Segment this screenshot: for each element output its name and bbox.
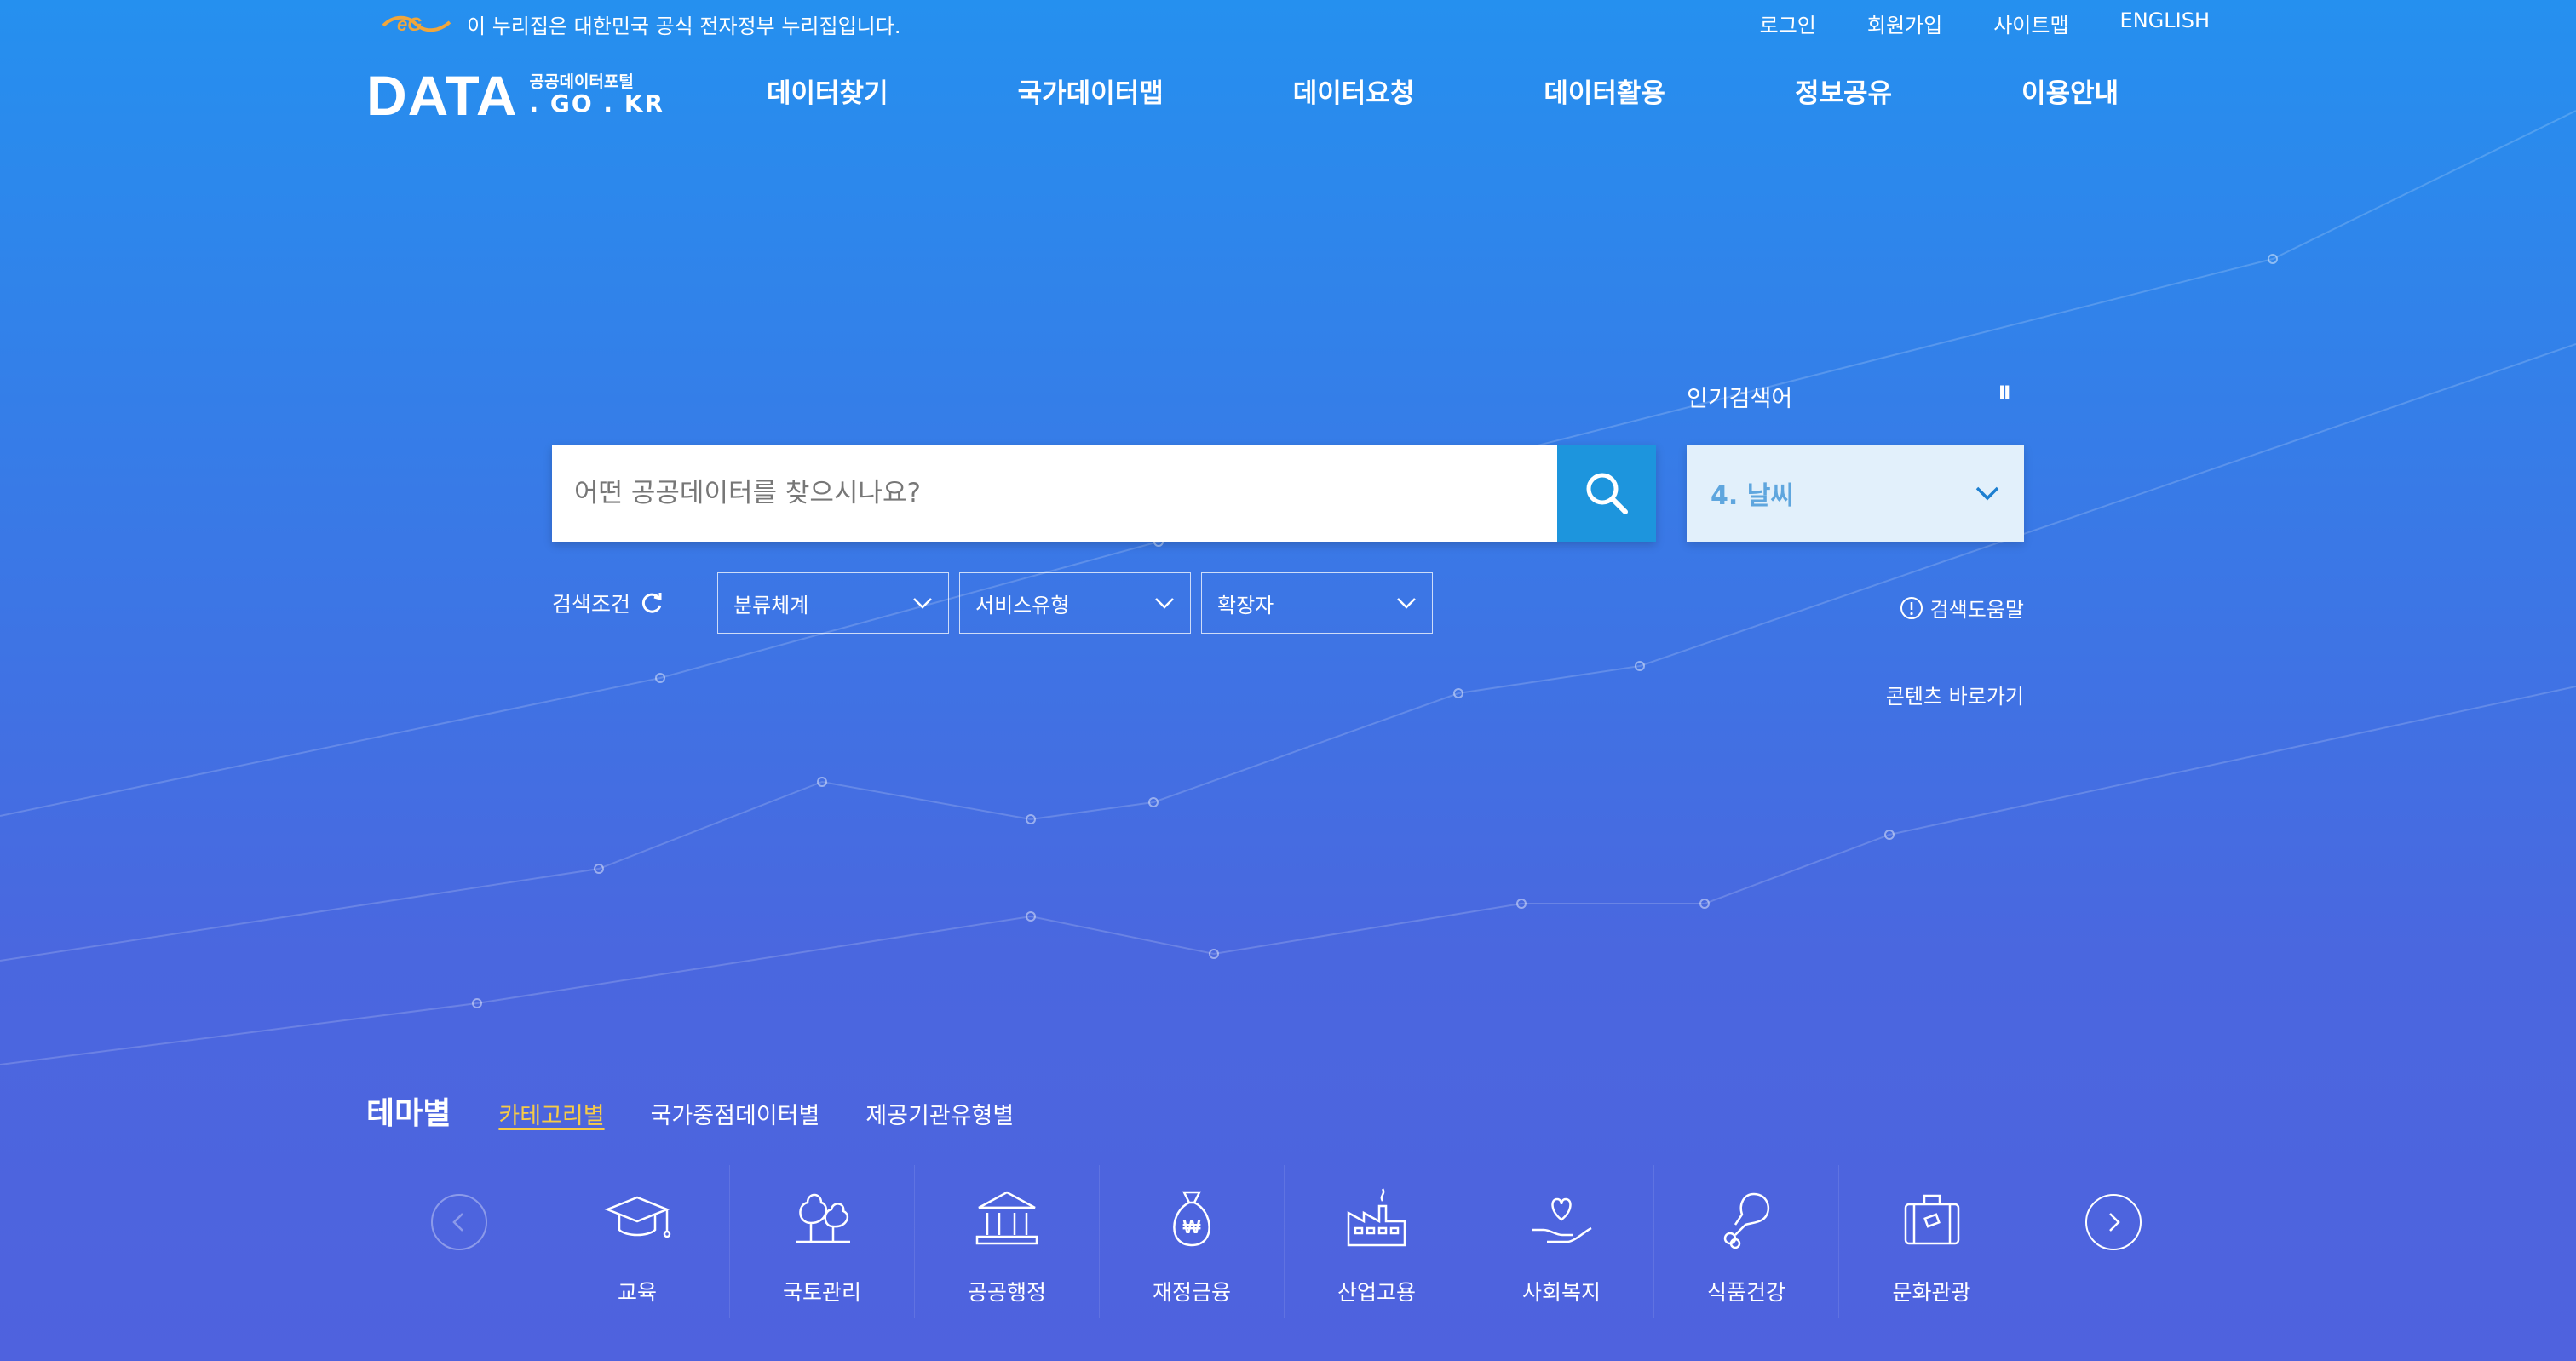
english-link[interactable]: ENGLISH bbox=[2120, 9, 2210, 38]
category-item-industry[interactable]: 산업고용 bbox=[1285, 1165, 1469, 1318]
svg-text:eG: eG bbox=[397, 14, 422, 35]
login-link[interactable]: 로그인 bbox=[1760, 9, 1816, 38]
gov-banner: eG 이 누리집은 대한민국 공식 전자정부 누리집입니다. bbox=[382, 7, 900, 41]
tree-icon bbox=[796, 1193, 850, 1243]
search-conditions: 검색조건 분류체계 서비스유형 확장자 bbox=[552, 572, 1434, 634]
category-carousel: 교육 국토관리 공공행정 ₩ 재정금융 산업고용 사회복지 식품건강 문화관광 bbox=[366, 1165, 2210, 1318]
extension-select[interactable]: 확장자 bbox=[1201, 572, 1434, 634]
nav-user-guide[interactable]: 이용안내 bbox=[2021, 72, 2119, 110]
extension-select-value: 확장자 bbox=[1217, 593, 1274, 617]
category-item-education[interactable]: 교육 bbox=[545, 1165, 730, 1318]
logo-sub-korean: 공공데이터포털 bbox=[529, 72, 634, 92]
content-shortcut-link[interactable]: 콘텐츠 바로가기 bbox=[1886, 680, 2024, 709]
search-help-link[interactable]: 검색도움말 bbox=[1900, 593, 2024, 623]
carousel-next-button[interactable] bbox=[2085, 1194, 2142, 1250]
category-item-welfare[interactable]: 사회복지 bbox=[1469, 1165, 1654, 1318]
search-icon bbox=[1586, 473, 1628, 514]
chevron-down-icon bbox=[1155, 598, 1174, 609]
tab-national-key-data[interactable]: 국가중점데이터별 bbox=[651, 1097, 820, 1130]
tab-category[interactable]: 카테고리별 bbox=[498, 1097, 604, 1130]
category-label: 문화관광 bbox=[1892, 1280, 1971, 1305]
nav-data-usage[interactable]: 데이터활용 bbox=[1544, 72, 1665, 110]
tab-provider-type[interactable]: 제공기관유형별 bbox=[865, 1097, 1014, 1130]
category-item-land[interactable]: 국토관리 bbox=[730, 1165, 915, 1318]
category-label: 공공행정 bbox=[967, 1280, 1046, 1305]
heart-hand-icon bbox=[1532, 1197, 1592, 1243]
factory-icon bbox=[1347, 1188, 1406, 1247]
bg-line-2 bbox=[0, 343, 2576, 962]
site-logo[interactable]: DATA 공공데이터포털 . GO . KR bbox=[366, 63, 664, 128]
chevron-down-icon bbox=[1975, 486, 1999, 501]
category-label: 재정금융 bbox=[1152, 1280, 1231, 1305]
category-item-culture-tourism[interactable]: 문화관광 bbox=[1839, 1165, 2024, 1318]
search-help-label: 검색도움말 bbox=[1929, 598, 2024, 622]
chevron-down-icon bbox=[1397, 598, 1416, 609]
pause-button[interactable]: II bbox=[1998, 383, 2010, 405]
logo-sub-domain: . GO . KR bbox=[529, 89, 665, 118]
popular-keywords-dropdown[interactable]: 4. 날씨 bbox=[1687, 445, 2024, 542]
chevron-right-icon bbox=[2109, 1213, 2120, 1232]
category-label: 사회복지 bbox=[1521, 1280, 1601, 1305]
nav-data-request[interactable]: 데이터요청 bbox=[1293, 72, 1415, 110]
category-list: 교육 국토관리 공공행정 ₩ 재정금융 산업고용 사회복지 식품건강 문화관광 bbox=[545, 1165, 2024, 1318]
search-conditions-text: 검색조건 bbox=[552, 592, 631, 617]
logo-main-text: DATA bbox=[366, 64, 518, 127]
gov-banner-text: 이 누리집은 대한민국 공식 전자정부 누리집입니다. bbox=[467, 14, 901, 38]
chevron-left-icon bbox=[452, 1213, 463, 1232]
popular-keyword-current: 4. 날씨 bbox=[1711, 481, 1794, 511]
signup-link[interactable]: 회원가입 bbox=[1867, 9, 1942, 38]
bg-line-3 bbox=[0, 686, 2576, 1065]
svg-text:₩: ₩ bbox=[1183, 1216, 1201, 1238]
carousel-prev-button[interactable] bbox=[431, 1194, 487, 1250]
category-item-public-admin[interactable]: 공공행정 bbox=[915, 1165, 1100, 1318]
category-label: 국토관리 bbox=[782, 1280, 861, 1305]
logo-sub: 공공데이터포털 . GO . KR bbox=[530, 73, 665, 118]
sitemap-link[interactable]: 사이트맵 bbox=[1993, 9, 2068, 38]
main-nav: 데이터찾기 국가데이터맵 데이터요청 데이터활용 정보공유 이용안내 bbox=[767, 72, 2119, 110]
graduation-cap-icon bbox=[604, 1196, 671, 1238]
category-item-finance[interactable]: ₩ 재정금융 bbox=[1100, 1165, 1285, 1318]
search-input[interactable] bbox=[552, 445, 1557, 542]
utility-nav: 로그인 회원가입 사이트맵 ENGLISH bbox=[1760, 9, 2210, 38]
nav-data-search[interactable]: 데이터찾기 bbox=[767, 72, 888, 110]
chevron-down-icon bbox=[913, 598, 932, 609]
service-type-select-value: 서비스유형 bbox=[975, 593, 1070, 617]
service-type-select[interactable]: 서비스유형 bbox=[959, 572, 1192, 634]
reset-icon[interactable] bbox=[639, 590, 664, 616]
search-button[interactable] bbox=[1557, 445, 1656, 542]
category-label: 식품건강 bbox=[1706, 1280, 1785, 1305]
nav-national-data-map[interactable]: 국가데이터맵 bbox=[1018, 72, 1164, 110]
search-conditions-label: 검색조건 bbox=[552, 588, 664, 618]
nav-info-share[interactable]: 정보공유 bbox=[1795, 72, 1892, 110]
info-icon bbox=[1900, 596, 1923, 619]
category-label: 교육 bbox=[617, 1280, 657, 1305]
classification-select-value: 분류체계 bbox=[733, 593, 809, 617]
category-label: 산업고용 bbox=[1337, 1280, 1416, 1305]
egov-logo-icon: eG bbox=[382, 14, 451, 35]
search-bar bbox=[552, 445, 1656, 542]
background-decoration bbox=[0, 110, 2576, 1065]
classification-select[interactable]: 분류체계 bbox=[717, 572, 950, 634]
popular-keywords-label: 인기검색어 bbox=[1687, 386, 1793, 412]
suitcase-icon bbox=[1904, 1194, 1959, 1245]
drumstick-icon bbox=[1723, 1192, 1770, 1249]
money-bag-icon: ₩ bbox=[1173, 1191, 1210, 1247]
theme-tabs: 테마별 카테고리별 국가중점데이터별 제공기관유형별 bbox=[366, 1088, 1060, 1133]
theme-title: 테마별 bbox=[366, 1096, 451, 1131]
category-item-food-health[interactable]: 식품건강 bbox=[1654, 1165, 1839, 1318]
government-building-icon bbox=[975, 1191, 1038, 1245]
